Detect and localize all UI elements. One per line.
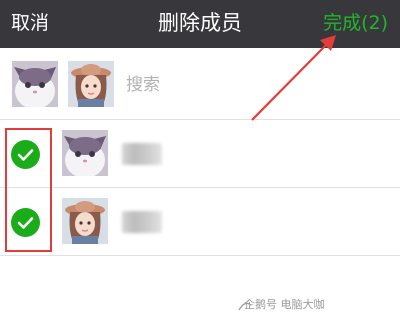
nav-bar: 取消 删除成员 完成(2)	[0, 0, 400, 48]
watermark-text: 企鹅号 电脑大咖	[244, 298, 325, 311]
selected-girl-avatar-icon[interactable]	[68, 61, 114, 107]
done-button[interactable]: 完成(2)	[323, 9, 388, 37]
girl-avatar-icon	[62, 198, 108, 244]
selected-cat-avatar-icon[interactable]	[12, 61, 58, 107]
member-row[interactable]	[0, 121, 400, 188]
member-name-redacted	[122, 143, 162, 165]
highlight-box	[5, 128, 52, 252]
cat-avatar-icon	[62, 130, 108, 176]
member-row[interactable]	[0, 189, 400, 256]
selected-members-bar: 搜索	[0, 48, 400, 120]
search-input[interactable]: 搜索	[126, 74, 160, 96]
member-name-redacted	[122, 211, 162, 233]
